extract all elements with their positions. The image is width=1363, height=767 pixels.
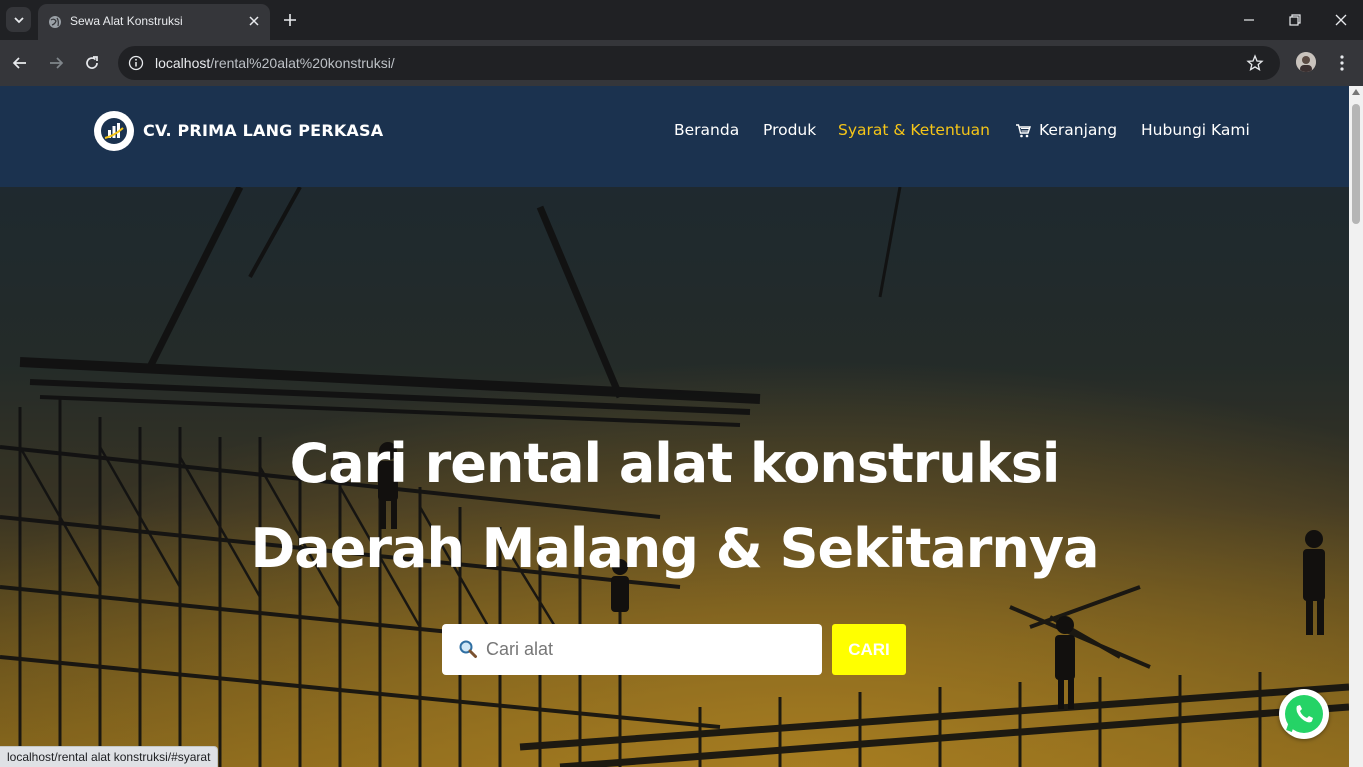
nav-terms[interactable]: Syarat & Ketentuan <box>838 121 990 139</box>
whatsapp-button[interactable] <box>1279 689 1329 739</box>
browser-tab-strip: Sewa Alat Konstruksi <box>0 0 1363 40</box>
brand-logo[interactable] <box>94 111 134 151</box>
restore-icon[interactable] <box>1285 10 1305 30</box>
chevron-down-icon <box>13 16 24 23</box>
close-icon[interactable] <box>246 13 262 29</box>
info-icon[interactable] <box>128 55 144 71</box>
plus-icon[interactable] <box>281 11 299 29</box>
close-window-icon[interactable] <box>1331 10 1351 30</box>
address-url[interactable]: localhost/rental%20alat%20konstruksi/ <box>155 55 395 71</box>
brand-name[interactable]: CV. PRIMA LANG PERKASA <box>143 121 383 140</box>
browser-toolbar: localhost/rental%20alat%20konstruksi/ <box>0 40 1363 86</box>
tab-search-button[interactable] <box>6 7 31 32</box>
address-bar[interactable]: localhost/rental%20alat%20konstruksi/ <box>118 46 1280 80</box>
star-icon[interactable] <box>1246 54 1264 72</box>
page-viewport: CV. PRIMA LANG PERKASA Beranda Produk Sy… <box>0 86 1349 767</box>
back-arrow-icon[interactable] <box>10 53 30 73</box>
link-status-bar: localhost/rental alat konstruksi/#syarat <box>0 746 219 767</box>
browser-tab[interactable]: Sewa Alat Konstruksi <box>38 4 270 40</box>
tab-title: Sewa Alat Konstruksi <box>70 14 183 28</box>
url-path: /rental%20alat%20konstruksi/ <box>210 55 395 71</box>
nav-contact[interactable]: Hubungi Kami <box>1141 121 1250 139</box>
bar-chart-logo-icon <box>101 118 127 144</box>
globe-icon <box>49 16 61 28</box>
page-scrollbar[interactable] <box>1349 86 1363 767</box>
forward-arrow-icon[interactable] <box>46 53 66 73</box>
nav-products[interactable]: Produk <box>763 121 816 139</box>
avatar[interactable] <box>1296 52 1316 72</box>
reload-icon[interactable] <box>82 53 102 73</box>
hero-title-line-2: Daerah Malang & Sekitarnya <box>250 517 1099 580</box>
nav-home[interactable]: Beranda <box>674 121 739 139</box>
hero-section: Cari rental alat konstruksi Daerah Malan… <box>0 187 1349 767</box>
minimize-icon[interactable] <box>1239 10 1259 30</box>
site-header: CV. PRIMA LANG PERKASA Beranda Produk Sy… <box>0 86 1349 187</box>
scroll-up-arrow-icon[interactable] <box>1352 89 1360 95</box>
url-host: localhost <box>155 55 211 71</box>
search-button[interactable]: CARI <box>832 624 906 675</box>
nav-cart[interactable]: Keranjang <box>1039 121 1117 139</box>
whatsapp-icon <box>1285 695 1323 733</box>
search-box <box>442 624 822 675</box>
search-icon <box>459 640 477 658</box>
cart-icon <box>1016 124 1031 138</box>
search-input[interactable] <box>486 624 812 675</box>
hero-title-line-1: Cari rental alat konstruksi <box>289 432 1061 495</box>
scroll-thumb[interactable] <box>1352 104 1360 224</box>
avatar-image <box>1296 52 1316 72</box>
kebab-menu-icon[interactable] <box>1334 53 1350 73</box>
